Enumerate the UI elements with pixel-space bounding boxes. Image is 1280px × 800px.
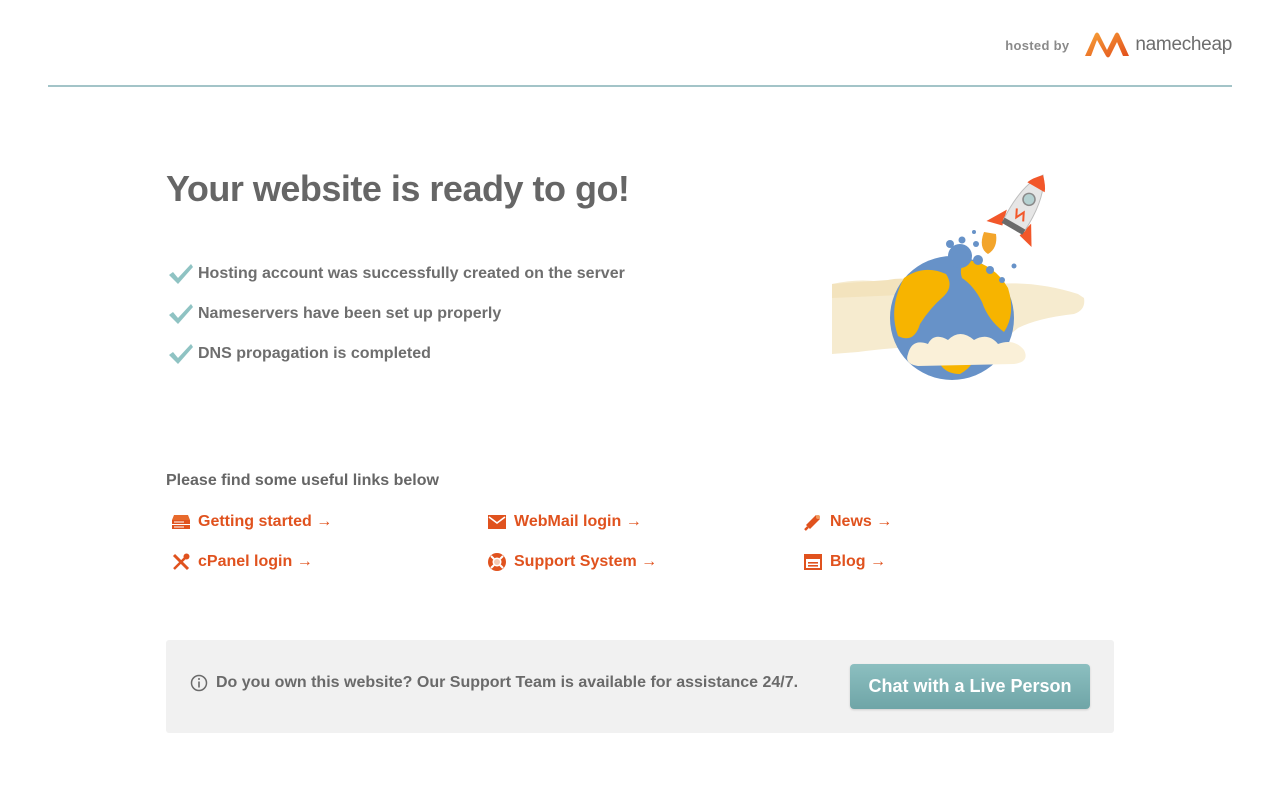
page-title: Your website is ready to go! <box>166 168 630 209</box>
check-icon <box>168 262 194 286</box>
namecheap-logo-icon <box>1085 32 1130 58</box>
status-check-list: Hosting account was successfully created… <box>168 254 625 374</box>
blog-link[interactable]: Blog → <box>802 546 886 578</box>
header: hosted by namecheap <box>48 0 1232 87</box>
check-item-nameservers: Nameservers have been set up properly <box>168 294 625 334</box>
support-text: Do you own this website? Our Support Tea… <box>216 674 799 691</box>
check-item-hosting: Hosting account was successfully created… <box>168 254 625 294</box>
hosted-by-badge[interactable]: hosted by namecheap <box>1005 30 1232 60</box>
link-label: cPanel login → <box>198 553 313 570</box>
check-label: Nameservers have been set up properly <box>198 305 502 322</box>
tools-icon <box>170 552 192 572</box>
link-label: Support System → <box>514 553 658 570</box>
link-label: WebMail login → <box>514 513 642 530</box>
megaphone-icon <box>802 512 824 532</box>
check-icon <box>168 302 194 326</box>
check-icon <box>168 342 194 366</box>
support-system-link[interactable]: Support System → <box>486 546 657 578</box>
chat-live-person-button[interactable]: Chat with a Live Person <box>850 664 1090 709</box>
webmail-login-link[interactable]: WebMail login → <box>486 506 642 538</box>
namecheap-logo[interactable]: namecheap <box>1083 30 1232 60</box>
check-label: Hosting account was successfully created… <box>198 265 625 282</box>
getting-started-link[interactable]: Getting started → <box>170 506 332 538</box>
useful-links: Getting started → WebMail login → News → <box>170 506 970 586</box>
rocket-icon <box>986 174 1046 247</box>
info-icon <box>190 674 208 692</box>
hosted-by-label: hosted by <box>1005 37 1070 53</box>
news-link[interactable]: News → <box>802 506 892 538</box>
support-banner: Do you own this website? Our Support Tea… <box>166 640 1114 733</box>
check-item-dns: DNS propagation is completed <box>168 334 625 374</box>
link-label: News → <box>830 513 893 530</box>
link-label: Getting started → <box>198 513 333 530</box>
link-label: Blog → <box>830 553 886 570</box>
support-message: Do you own this website? Our Support Tea… <box>190 674 798 692</box>
mail-icon <box>486 512 508 532</box>
server-icon <box>170 512 192 532</box>
check-label: DNS propagation is completed <box>198 345 431 362</box>
blog-icon <box>802 552 824 572</box>
rocket-globe-illustration <box>832 174 1085 380</box>
lifebuoy-icon <box>486 552 508 572</box>
namecheap-wordmark: namecheap <box>1135 34 1232 55</box>
cpanel-login-link[interactable]: cPanel login → <box>170 546 313 578</box>
links-heading: Please find some useful links below <box>166 472 439 489</box>
